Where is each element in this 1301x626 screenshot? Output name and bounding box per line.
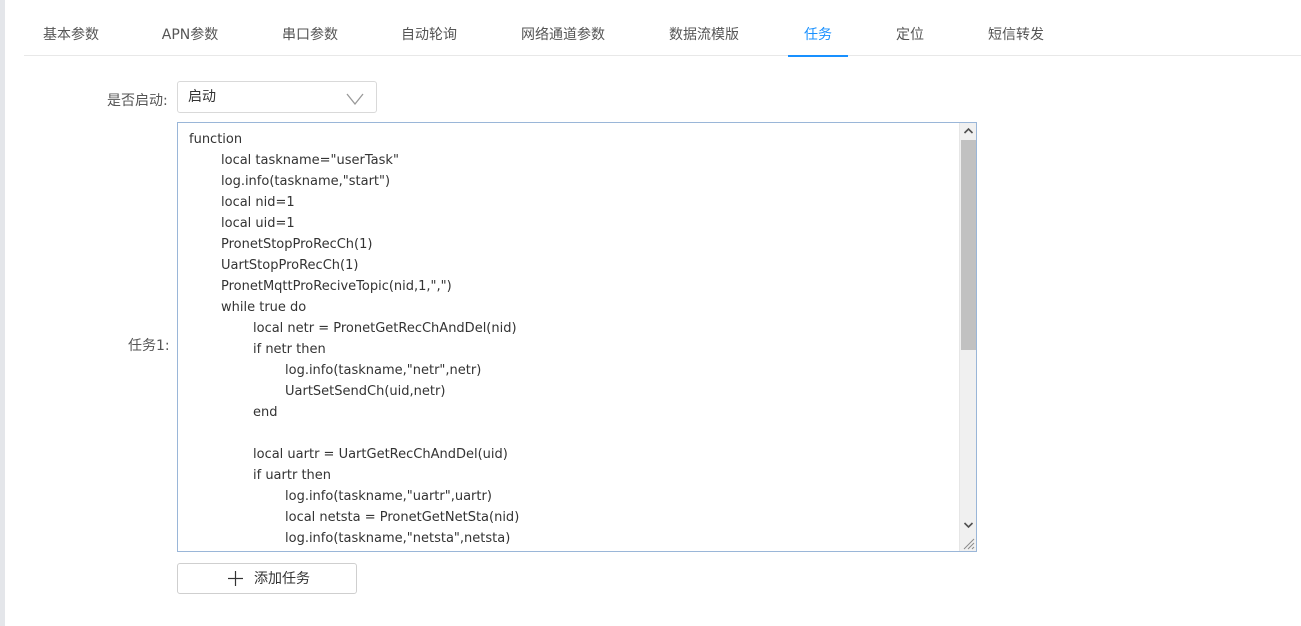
task-1-label: 任务1:: [128, 338, 170, 354]
add-task-button[interactable]: 添加任务: [177, 563, 357, 594]
code-line: end: [253, 405, 278, 420]
tab-basic-params[interactable]: 基本参数: [42, 14, 100, 56]
code-line: log.info(taskname,"netsta",netsta): [285, 531, 511, 546]
code-line: UartSetSendCh(uid,netr): [285, 384, 446, 399]
code-line: PronetMqttProReciveTopic(nid,1,","): [221, 279, 452, 294]
enable-select[interactable]: 启动: [177, 81, 377, 113]
code-line: local uid=1: [221, 216, 295, 231]
tab-network-channel-params[interactable]: 网络通道参数: [520, 14, 606, 56]
resize-grip-icon[interactable]: [961, 536, 975, 550]
code-content: function local taskname="userTask" log.inf…: [189, 129, 956, 549]
chevron-down-icon: [346, 93, 364, 105]
tab-location[interactable]: 定位: [895, 14, 925, 56]
tab-bar: 基本参数 APN参数 串口参数 自动轮询 网络通道参数 数据流模版 任务 定位 …: [24, 14, 1301, 57]
code-line: local taskname="userTask": [221, 153, 399, 168]
scrollbar-thumb[interactable]: [961, 140, 976, 350]
tab-data-stream-template[interactable]: 数据流模版: [668, 14, 740, 56]
arrow-up-icon[interactable]: [960, 123, 977, 140]
enable-select-value: 启动: [188, 89, 216, 105]
tab-apn-params[interactable]: APN参数: [161, 14, 219, 56]
enable-label: 是否启动:: [107, 93, 168, 109]
plus-icon: [228, 571, 243, 586]
add-task-label: 添加任务: [254, 571, 310, 587]
tab-auto-polling[interactable]: 自动轮询: [400, 14, 458, 56]
code-line: if netr then: [253, 342, 326, 357]
code-line: while true do: [221, 300, 307, 315]
code-line: PronetStopProRecCh(1): [221, 237, 373, 252]
editor-scrollbar[interactable]: [959, 123, 976, 551]
tab-sms-forward[interactable]: 短信转发: [987, 14, 1045, 56]
left-divider: [0, 0, 5, 626]
code-line: local netsta = PronetGetNetSta(nid): [285, 510, 520, 525]
code-line: if uartr then: [253, 468, 332, 483]
code-line: local uartr = UartGetRecChAndDel(uid): [253, 447, 508, 462]
tab-tasks[interactable]: 任务: [788, 14, 848, 57]
code-line: local netr = PronetGetRecChAndDel(nid): [253, 321, 517, 336]
task-1-code-editor[interactable]: function local taskname="userTask" log.inf…: [177, 122, 977, 552]
tab-serial-params[interactable]: 串口参数: [281, 14, 339, 56]
code-line: local nid=1: [221, 195, 295, 210]
code-line: log.info(taskname,"start"): [221, 174, 391, 189]
code-line: UartStopProRecCh(1): [221, 258, 359, 273]
code-line: function: [189, 132, 243, 147]
code-line: log.info(taskname,"uartr",uartr): [285, 489, 492, 504]
code-line: log.info(taskname,"netr",netr): [285, 363, 482, 378]
arrow-down-icon[interactable]: [960, 516, 977, 533]
